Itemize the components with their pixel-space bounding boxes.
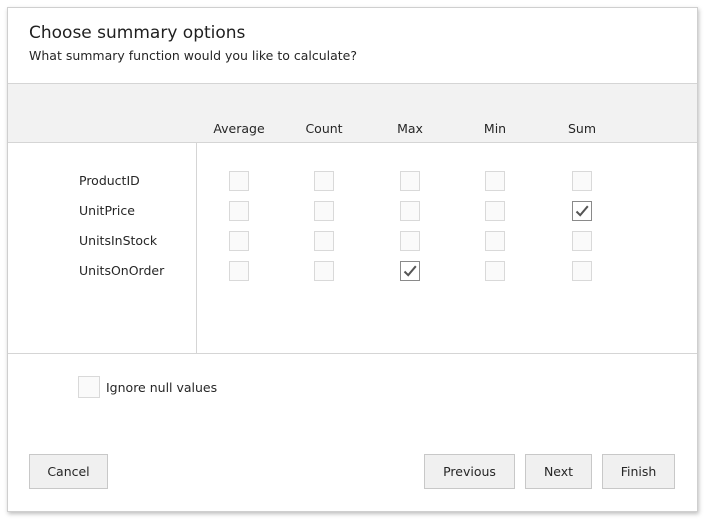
checkbox-productid-min[interactable] [485, 171, 505, 191]
next-button[interactable]: Next [525, 454, 592, 489]
checkbox-productid-average[interactable] [229, 171, 249, 191]
checkbox-productid-sum[interactable] [572, 171, 592, 191]
checkbox-unitsinstock-max[interactable] [400, 231, 420, 251]
previous-button[interactable]: Previous [424, 454, 515, 489]
checkbox-productid-max[interactable] [400, 171, 420, 191]
summary-grid: ProductID UnitPrice UnitsInStock UnitsOnOrd… [8, 143, 697, 354]
page-subtitle: What summary function would you like to … [29, 48, 358, 63]
checkbox-unitsinstock-average[interactable] [229, 231, 249, 251]
finish-button[interactable]: Finish [602, 454, 675, 489]
page-title: Choose summary options [29, 23, 246, 43]
checkbox-unitprice-max[interactable] [400, 201, 420, 221]
summary-options-dialog: Choose summary options What summary func… [7, 7, 698, 512]
checkbox-unitsonorder-average[interactable] [229, 261, 249, 281]
checkbox-unitsonorder-count[interactable] [314, 261, 334, 281]
row-label-productid: ProductID [79, 173, 140, 188]
grid-column-header: Average Count Max Min Sum [8, 84, 697, 143]
column-header-max: Max [397, 121, 423, 136]
check-icon [575, 205, 589, 217]
checkbox-unitprice-sum[interactable] [572, 201, 592, 221]
checkbox-unitsonorder-max[interactable] [400, 261, 420, 281]
column-header-count: Count [305, 121, 343, 136]
cancel-button[interactable]: Cancel [29, 454, 108, 489]
dialog-header: Choose summary options What summary func… [8, 8, 697, 84]
grid-divider [196, 143, 197, 353]
row-label-unitprice: UnitPrice [79, 203, 135, 218]
column-header-sum: Sum [567, 121, 597, 136]
row-label-unitsinstock: UnitsInStock [79, 233, 158, 248]
column-header-min: Min [483, 121, 507, 136]
ignore-null-values-label: Ignore null values [106, 380, 218, 395]
row-label-unitsonorder: UnitsOnOrder [79, 263, 165, 278]
checkbox-unitsonorder-min[interactable] [485, 261, 505, 281]
ignore-null-values-checkbox[interactable] [78, 376, 100, 398]
checkbox-unitsonorder-sum[interactable] [572, 261, 592, 281]
check-icon [403, 265, 417, 277]
checkbox-unitprice-count[interactable] [314, 201, 334, 221]
checkbox-unitprice-min[interactable] [485, 201, 505, 221]
checkbox-unitsinstock-count[interactable] [314, 231, 334, 251]
checkbox-unitsinstock-sum[interactable] [572, 231, 592, 251]
column-header-average: Average [213, 121, 265, 136]
checkbox-productid-count[interactable] [314, 171, 334, 191]
checkbox-unitprice-average[interactable] [229, 201, 249, 221]
checkbox-unitsinstock-min[interactable] [485, 231, 505, 251]
